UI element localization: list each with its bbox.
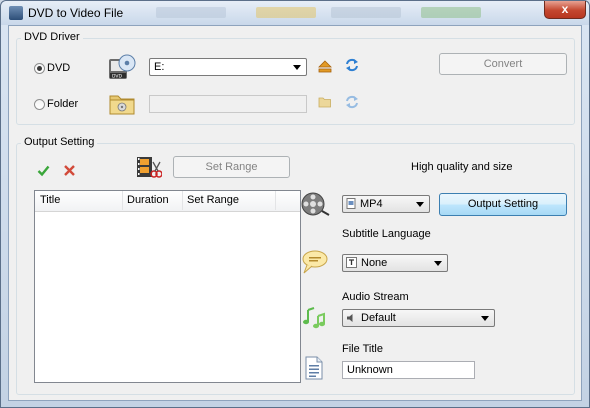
- open-folder-icon[interactable]: [318, 96, 332, 108]
- chevron-down-icon: [416, 202, 424, 207]
- refresh-icon[interactable]: [345, 58, 359, 72]
- delete-icon[interactable]: [63, 164, 76, 177]
- output-setting-group-label: Output Setting: [21, 136, 98, 148]
- document-icon: [303, 356, 325, 380]
- background-blur: [156, 7, 226, 18]
- music-notes-icon: [300, 304, 330, 334]
- background-blur: [421, 7, 481, 18]
- dvd-disc-icon: DVD: [107, 53, 137, 81]
- drive-select-value: E:: [154, 61, 165, 73]
- background-blur: [256, 7, 316, 18]
- title-list-header: Title Duration Set Range: [35, 191, 300, 212]
- chevron-down-icon: [293, 65, 301, 70]
- window-title: DVD to Video File: [28, 6, 124, 20]
- format-select[interactable]: MP4: [342, 195, 430, 213]
- check-icon[interactable]: [37, 164, 50, 177]
- drive-select[interactable]: E:: [149, 58, 307, 76]
- film-cut-icon: [136, 156, 163, 180]
- speaker-icon: [346, 313, 356, 323]
- audio-stream-select[interactable]: Default: [342, 309, 495, 327]
- subtitle-language-label: Subtitle Language: [342, 228, 431, 240]
- close-icon: x: [561, 2, 569, 16]
- format-file-icon: [346, 198, 356, 209]
- quality-text: High quality and size: [411, 161, 513, 173]
- column-separator[interactable]: [275, 191, 276, 210]
- column-duration[interactable]: Duration: [127, 194, 169, 206]
- close-button[interactable]: x: [544, 1, 586, 19]
- chevron-down-icon: [434, 261, 442, 266]
- set-range-button[interactable]: Set Range: [173, 156, 290, 178]
- eject-icon[interactable]: [318, 59, 332, 73]
- dvd-driver-group-label: DVD Driver: [21, 31, 83, 43]
- film-reel-icon: [300, 189, 330, 219]
- column-separator[interactable]: [182, 191, 183, 210]
- dvd-radio[interactable]: [34, 63, 45, 74]
- subtitle-bubble-icon: [300, 248, 328, 276]
- output-setting-button[interactable]: Output Setting: [439, 193, 567, 216]
- folder-radio-label[interactable]: Folder: [47, 98, 78, 110]
- title-bar[interactable]: DVD to Video File x: [1, 1, 589, 25]
- client-area: DVD Driver DVD DVD E: Convert Folder Out…: [8, 25, 582, 401]
- file-title-field[interactable]: Unknown: [342, 361, 475, 379]
- dvd-radio-label[interactable]: DVD: [47, 62, 70, 74]
- file-title-label: File Title: [342, 343, 383, 355]
- subtitle-text-icon: [346, 257, 357, 268]
- folder-radio[interactable]: [34, 99, 45, 110]
- subtitle-select[interactable]: None: [342, 254, 448, 272]
- svg-text:DVD: DVD: [112, 74, 122, 80]
- convert-button[interactable]: Convert: [439, 53, 567, 75]
- app-icon: [9, 6, 23, 20]
- folder-icon: [108, 90, 136, 116]
- title-list[interactable]: Title Duration Set Range: [34, 190, 301, 383]
- file-title-value: Unknown: [347, 364, 393, 376]
- audio-stream-label: Audio Stream: [342, 291, 409, 303]
- column-title[interactable]: Title: [40, 194, 60, 206]
- audio-stream-select-value: Default: [361, 312, 396, 324]
- background-blur: [331, 7, 401, 18]
- column-separator[interactable]: [122, 191, 123, 210]
- column-set-range[interactable]: Set Range: [187, 194, 239, 206]
- refresh-disabled-icon[interactable]: [345, 95, 359, 109]
- format-select-value: MP4: [360, 198, 383, 210]
- subtitle-select-value: None: [361, 257, 388, 269]
- chevron-down-icon: [481, 316, 489, 321]
- app-window: DVD to Video File x DVD Driver DVD DVD E…: [0, 0, 590, 408]
- folder-path-field[interactable]: [149, 95, 307, 113]
